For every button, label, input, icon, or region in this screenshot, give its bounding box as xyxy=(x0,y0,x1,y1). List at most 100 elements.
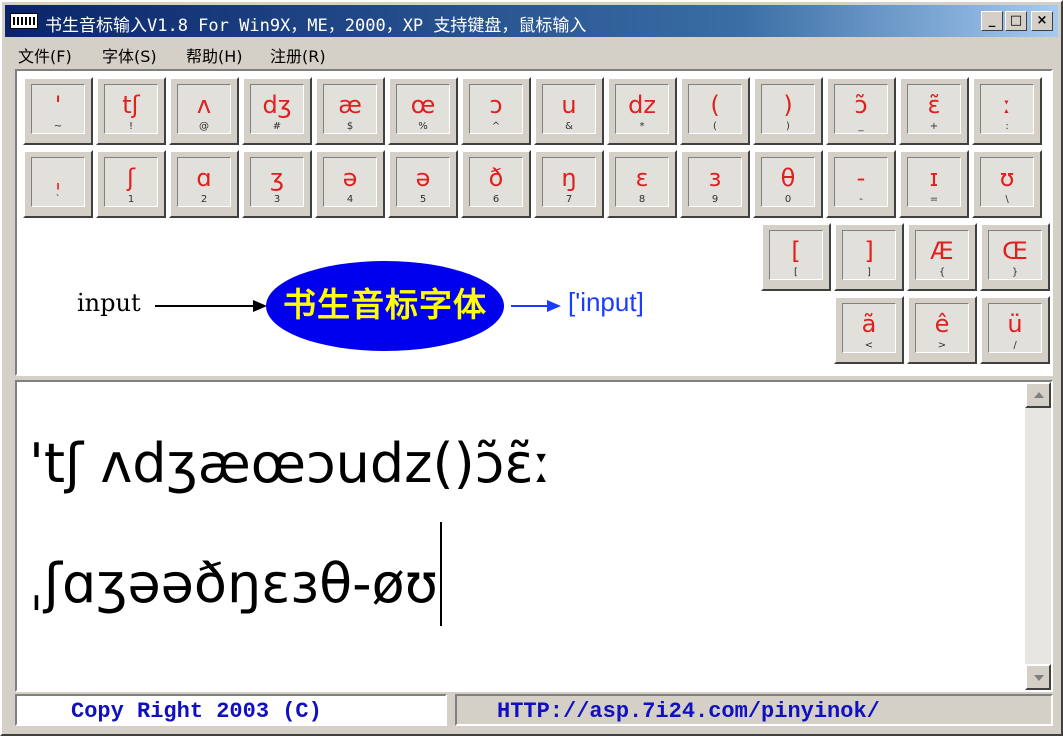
key-symbol: ʃ xyxy=(126,164,136,192)
ipa-key[interactable]: ê > xyxy=(907,296,977,364)
key-face: tʃ! xyxy=(104,84,158,134)
ipa-key[interactable]: Æ{ xyxy=(907,223,977,291)
ipa-key[interactable]: œ% xyxy=(388,77,458,145)
key-face: æ $ xyxy=(323,84,377,134)
key-symbol: ʌ xyxy=(196,91,212,119)
key-shortcut: @ xyxy=(199,121,209,132)
ipa-key[interactable]: з9 xyxy=(680,150,750,218)
key-face: [[ xyxy=(769,230,823,280)
editor-line-2-text: ˌʃɑʒəəðŋɛзθ-øʊ xyxy=(29,552,438,615)
ipa-key[interactable]: ' ~ xyxy=(23,77,93,145)
font-name-ellipse: 书生音标字体 xyxy=(266,261,504,351)
key-symbol: ŋ xyxy=(561,164,577,192)
key-face: ɪ = xyxy=(907,157,961,207)
key-face: Œ} xyxy=(988,230,1042,280)
maximize-button[interactable]: □ xyxy=(1005,11,1027,31)
ipa-key[interactable]: ü / xyxy=(980,296,1050,364)
ipa-key[interactable]: ʒ3 xyxy=(242,150,312,218)
key-symbol: ː xyxy=(1002,91,1012,119)
key-shortcut: ^ xyxy=(491,121,501,132)
arrow-down-icon xyxy=(1034,675,1044,681)
key-symbol: ( xyxy=(710,91,720,119)
key-symbol: œ xyxy=(410,91,436,119)
ipa-key[interactable]: u & xyxy=(534,77,604,145)
ipa-key[interactable]: [[ xyxy=(761,223,831,291)
menu-bar: 文件(F) 字体(S) 帮助(H) 注册(R) xyxy=(5,39,1058,67)
scroll-up-button[interactable] xyxy=(1025,382,1051,408)
key-shortcut: % xyxy=(418,121,428,132)
key-face: ɛ8 xyxy=(615,157,669,207)
ipa-key[interactable]: ŋ7 xyxy=(534,150,604,218)
ipa-key[interactable]: ʌ @ xyxy=(169,77,239,145)
ipa-key[interactable]: tʃ! xyxy=(96,77,166,145)
url-text: HTTP://asp.7i24.com/pinyinok/ xyxy=(497,699,880,724)
title-bar[interactable]: 书生音标输入V1.8 For Win9X，ME，2000，XP 支持键盘，鼠标输… xyxy=(5,5,1058,37)
ipa-key[interactable]: )) xyxy=(753,77,823,145)
text-editor[interactable]: 'tʃ ʌdʒæœɔudz()ɔ̃ɛ̃ː ˌʃɑʒəəðŋɛзθ-øʊ xyxy=(15,380,1053,692)
key-symbol: ʊ xyxy=(999,164,1015,192)
menu-register[interactable]: 注册(R) xyxy=(270,43,326,67)
editor-line-2: ˌʃɑʒəəðŋɛзθ-øʊ xyxy=(29,522,1019,642)
close-button[interactable]: × xyxy=(1031,11,1053,31)
key-shortcut: - xyxy=(859,194,863,205)
ipa-key[interactable]: ɔ̃ _ xyxy=(826,77,896,145)
ipa-key[interactable]: ɪ = xyxy=(899,150,969,218)
menu-file[interactable]: 文件(F) xyxy=(18,43,72,67)
key-face: Æ{ xyxy=(915,230,969,280)
minimize-button[interactable]: _ xyxy=(981,11,1003,31)
key-face: ː: xyxy=(980,84,1034,134)
ipa-key[interactable]: dʒ # xyxy=(242,77,312,145)
ipa-key[interactable]: ]] xyxy=(834,223,904,291)
scroll-down-button[interactable] xyxy=(1025,664,1051,690)
editor-content[interactable]: 'tʃ ʌdʒæœɔudz()ɔ̃ɛ̃ː ˌʃɑʒəəðŋɛзθ-øʊ xyxy=(29,406,1019,642)
key-symbol: θ xyxy=(780,164,796,192)
key-face: ə4 xyxy=(323,157,377,207)
key-shortcut: 4 xyxy=(346,194,354,205)
ipa-key[interactable]: -- xyxy=(826,150,896,218)
key-symbol: ] xyxy=(864,237,874,265)
ipa-key[interactable]: dz * xyxy=(607,77,677,145)
key-symbol: dʒ xyxy=(262,91,292,119)
key-symbol: æ xyxy=(338,91,362,119)
key-symbol: з xyxy=(708,164,722,192)
window-title: 书生音标输入V1.8 For Win9X，ME，2000，XP 支持键盘，鼠标输… xyxy=(45,16,587,36)
ipa-key[interactable]: ð6 xyxy=(461,150,531,218)
ipa-key[interactable]: ɔ ^ xyxy=(461,77,531,145)
phonetic-keyboard: ' ~ tʃ! ʌ @ dʒ # æ $ œ% ɔ ^ u & dz *(()) ɔ̃ _ ɛ̃ + ː: ˌ ` ʃ 1 ɑ 2 ʒ… xyxy=(15,69,1053,376)
key-shortcut: > xyxy=(937,340,947,351)
key-face: з9 xyxy=(688,157,742,207)
ipa-key[interactable]: Œ} xyxy=(980,223,1050,291)
key-shortcut: \ xyxy=(1005,194,1009,205)
key-shortcut: 1 xyxy=(127,194,135,205)
ipa-key[interactable]: ã < xyxy=(834,296,904,364)
key-shortcut: # xyxy=(272,121,282,132)
arrow-up-icon xyxy=(1034,392,1044,398)
ipa-key[interactable]: ˌ ` xyxy=(23,150,93,218)
ipa-key[interactable]: ː: xyxy=(972,77,1042,145)
ipa-key[interactable]: θ0 xyxy=(753,150,823,218)
ipa-key[interactable]: ɛ̃ + xyxy=(899,77,969,145)
ipa-key[interactable]: ə5 xyxy=(388,150,458,218)
key-shortcut: _ xyxy=(858,121,864,132)
menu-font[interactable]: 字体(S) xyxy=(102,43,157,67)
arrow-head-icon xyxy=(547,300,561,312)
ipa-key[interactable]: æ $ xyxy=(315,77,385,145)
ipa-key[interactable]: ɛ8 xyxy=(607,150,677,218)
ipa-key[interactable]: ə4 xyxy=(315,150,385,218)
ipa-key[interactable]: ɑ2 xyxy=(169,150,239,218)
key-face: ã < xyxy=(842,303,896,353)
key-shortcut: { xyxy=(938,267,946,278)
key-shortcut: 5 xyxy=(419,194,427,205)
key-face: œ% xyxy=(396,84,450,134)
status-url: HTTP://asp.7i24.com/pinyinok/ xyxy=(455,694,1053,726)
key-face: ɑ2 xyxy=(177,157,231,207)
menu-help[interactable]: 帮助(H) xyxy=(186,43,243,67)
ipa-key[interactable]: ʊ \ xyxy=(972,150,1042,218)
ipa-key[interactable]: (( xyxy=(680,77,750,145)
ipa-key[interactable]: ʃ1 xyxy=(96,150,166,218)
key-symbol: ) xyxy=(783,91,793,119)
key-face: ɔ̃ _ xyxy=(834,84,888,134)
vertical-scrollbar[interactable] xyxy=(1025,382,1051,690)
key-shortcut: < xyxy=(864,340,874,351)
key-symbol: ê xyxy=(934,310,950,338)
